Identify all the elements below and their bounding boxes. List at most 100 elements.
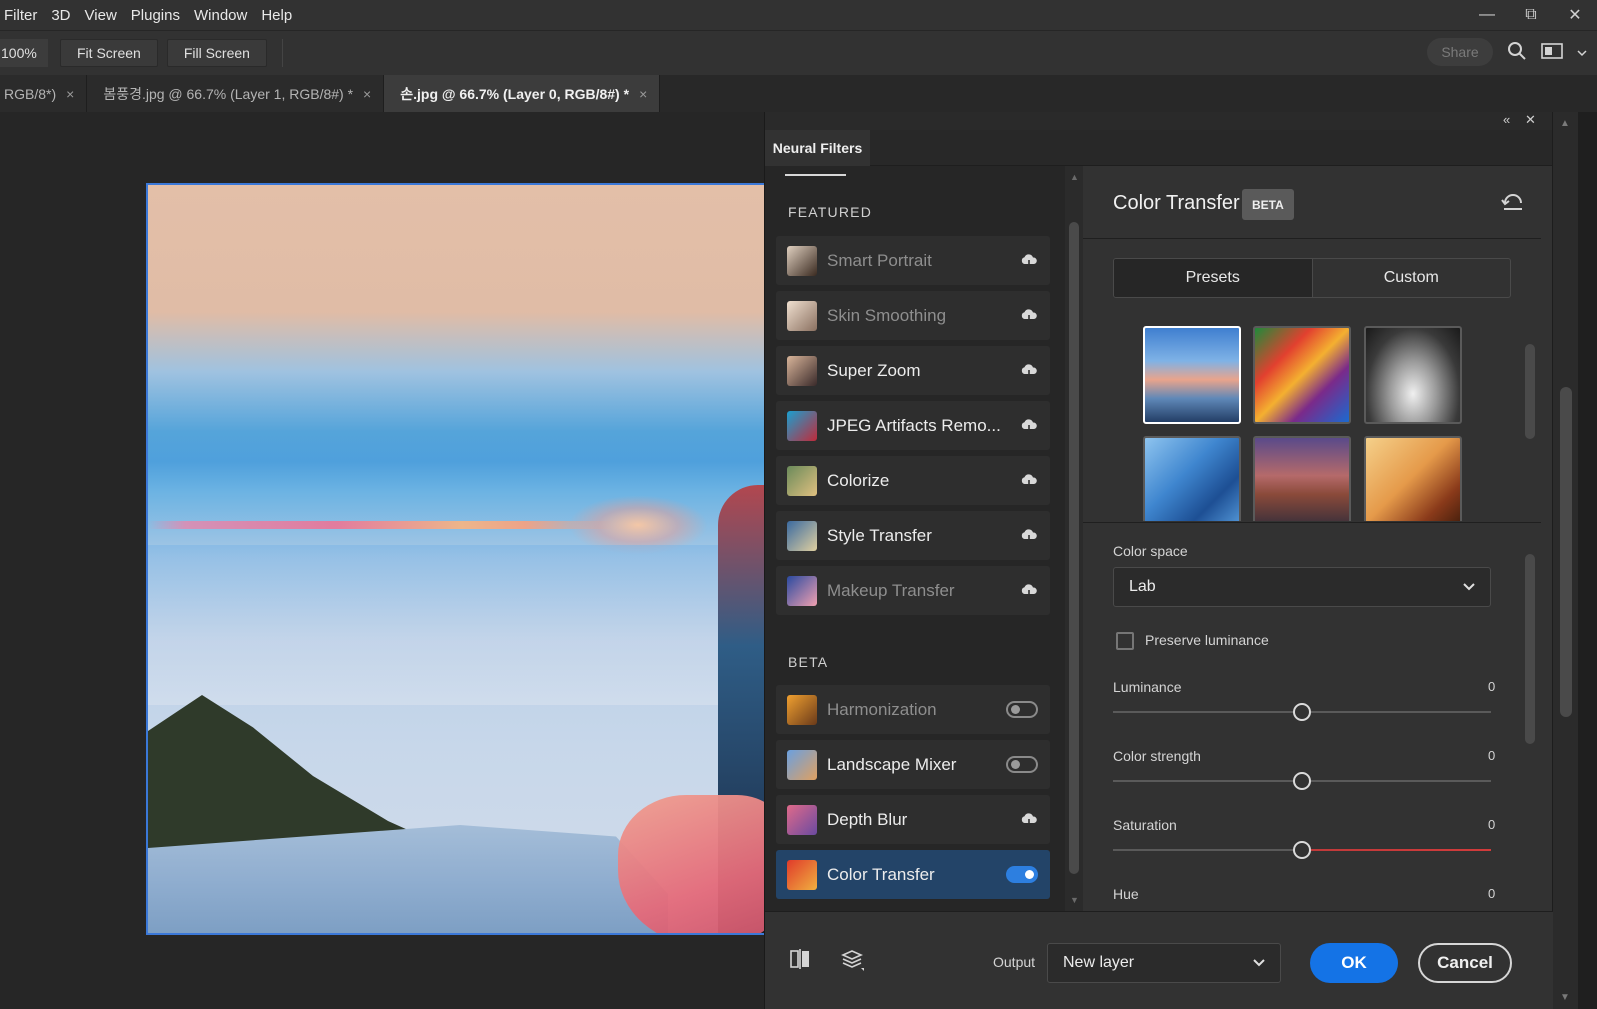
document-tab-label: 봄풍경.jpg @ 66.7% (Layer 1, RGB/8#) * [103,85,354,102]
scrollbar-thumb[interactable] [1560,387,1572,717]
scroll-up-icon[interactable]: ▲ [1560,118,1570,129]
filter-item-style-transfer[interactable]: Style Transfer [776,511,1050,560]
ok-button[interactable]: OK [1310,943,1398,983]
preset-thumbnail-abstract-paint[interactable] [1253,326,1351,424]
document-tab[interactable]: 봄풍경.jpg @ 66.7% (Layer 1, RGB/8#) * × [87,75,385,112]
collapse-panel-icon[interactable]: « [1503,112,1510,127]
preset-thumbnail-arches-bw[interactable] [1364,326,1462,424]
fit-screen-button[interactable]: Fit Screen [60,39,158,67]
minimize-button[interactable]: — [1465,2,1509,28]
filter-thumbnail [787,520,817,551]
panel-footer: Output New layer OK Cancel [765,911,1553,1009]
preset-scrollbar[interactable] [1521,324,1539,522]
document-canvas[interactable] [146,183,778,935]
toggle-knob [1025,870,1034,879]
filter-item-makeup-transfer[interactable]: Makeup Transfer [776,566,1050,615]
filter-toggle[interactable] [1006,756,1038,773]
filter-toggle[interactable] [1006,866,1038,883]
cloud-download-icon[interactable] [1020,307,1038,325]
menu-view[interactable]: View [79,7,125,24]
document-tab-active[interactable]: 손.jpg @ 66.7% (Layer 0, RGB/8#) * × [384,75,661,112]
filter-item-super-zoom[interactable]: Super Zoom [776,346,1050,395]
compare-view-icon[interactable] [789,948,811,975]
filter-thumbnail [787,300,817,331]
menu-3d[interactable]: 3D [45,7,78,24]
workspace-layout-icon[interactable] [1541,42,1563,63]
tab-neural-filters[interactable]: Neural Filters [765,130,870,166]
cloud-download-icon[interactable] [1020,582,1038,600]
menu-plugins[interactable]: Plugins [125,7,188,24]
cloud-download-icon[interactable] [1020,472,1038,490]
menu-window[interactable]: Window [188,7,255,24]
filter-item-harmonization[interactable]: Harmonization [776,685,1050,734]
preset-thumbnail-sunset-lake[interactable] [1143,326,1241,424]
neural-filters-panel: « ✕ Neural Filters FEATURED Smart Portra… [764,112,1553,1009]
filter-name: Super Zoom [827,360,921,380]
color-strength-slider-handle[interactable] [1293,772,1311,790]
divider [1083,238,1541,239]
filter-list-scrollbar[interactable]: ▲ ▼ [1065,166,1083,911]
scrollbar-thumb[interactable] [1525,554,1535,744]
restore-button[interactable]: ⧉ [1509,2,1553,28]
properties-scrollbar[interactable] [1521,534,1539,911]
preset-thumbnail-blue-feathers[interactable] [1143,436,1241,521]
scroll-up-icon[interactable]: ▲ [1070,172,1079,182]
cloud-download-icon[interactable] [1020,417,1038,435]
filter-title: Color Transfer [1113,192,1240,214]
filter-thumbnail [787,575,817,606]
close-window-button[interactable]: ✕ [1553,2,1597,28]
filter-name: Depth Blur [827,809,908,829]
canvas-image-hands [618,795,776,933]
cloud-download-icon[interactable] [1020,811,1038,829]
output-select[interactable]: New layer [1047,943,1281,983]
filter-item-smart-portrait[interactable]: Smart Portrait [776,236,1050,285]
document-tab[interactable]: RGB/8*) × [0,75,88,112]
zoom-level-field[interactable]: 100% [0,39,48,67]
document-tab-label: RGB/8*) [4,85,57,102]
tab-custom[interactable]: Custom [1313,259,1511,297]
luminance-slider-handle[interactable] [1293,703,1311,721]
filter-thumbnail [787,804,817,835]
fill-screen-button[interactable]: Fill Screen [166,39,267,67]
tab-presets[interactable]: Presets [1114,259,1313,297]
filter-item-color-transfer[interactable]: Color Transfer [776,850,1050,899]
layers-icon[interactable] [841,948,865,977]
chevron-down-icon[interactable] [1577,44,1587,60]
filter-item-landscape-mixer[interactable]: Landscape Mixer [776,740,1050,789]
filter-item-skin-smoothing[interactable]: Skin Smoothing [776,291,1050,340]
color-strength-value: 0 [1488,748,1496,763]
section-label-beta: BETA [788,654,829,670]
cloud-download-icon[interactable] [1020,362,1038,380]
filter-toggle[interactable] [1006,701,1038,718]
scroll-down-icon[interactable]: ▼ [1560,992,1570,1003]
close-tab-icon[interactable]: × [363,86,371,102]
color-space-label: Color space [1113,543,1188,559]
close-tab-icon[interactable]: × [639,86,647,102]
preset-custom-toggle: Presets Custom [1113,258,1511,298]
search-icon[interactable] [1507,41,1527,64]
color-space-select[interactable]: Lab [1113,567,1491,607]
filter-item-depth-blur[interactable]: Depth Blur [776,795,1050,844]
cancel-button[interactable]: Cancel [1418,943,1512,983]
preserve-luminance-checkbox[interactable] [1116,632,1134,650]
preset-thumbnail-desert-road[interactable] [1253,436,1351,521]
filter-item-colorize[interactable]: Colorize [776,456,1050,505]
saturation-slider-handle[interactable] [1293,841,1311,859]
share-button[interactable]: Share [1427,38,1493,66]
scrollbar-thumb[interactable] [1525,344,1535,439]
cloud-download-icon[interactable] [1020,527,1038,545]
workspace-scrollbar[interactable]: ▲ ▼ [1552,112,1578,1009]
menu-filter[interactable]: Filter [0,7,45,24]
menu-help[interactable]: Help [255,7,300,24]
scroll-down-icon[interactable]: ▼ [1070,895,1079,905]
scrollbar-thumb[interactable] [1069,222,1079,874]
document-tab-label: 손.jpg @ 66.7% (Layer 0, RGB/8#) * [400,85,630,102]
cloud-download-icon[interactable] [1020,252,1038,270]
reset-icon[interactable] [1501,194,1525,219]
hue-label: Hue [1113,886,1139,902]
preset-thumbnail-skater[interactable] [1364,436,1462,521]
filter-name: Makeup Transfer [827,580,955,600]
filter-item-jpeg-artifacts-remo[interactable]: JPEG Artifacts Remo... [776,401,1050,450]
close-tab-icon[interactable]: × [66,86,74,102]
close-panel-icon[interactable]: ✕ [1525,112,1536,128]
